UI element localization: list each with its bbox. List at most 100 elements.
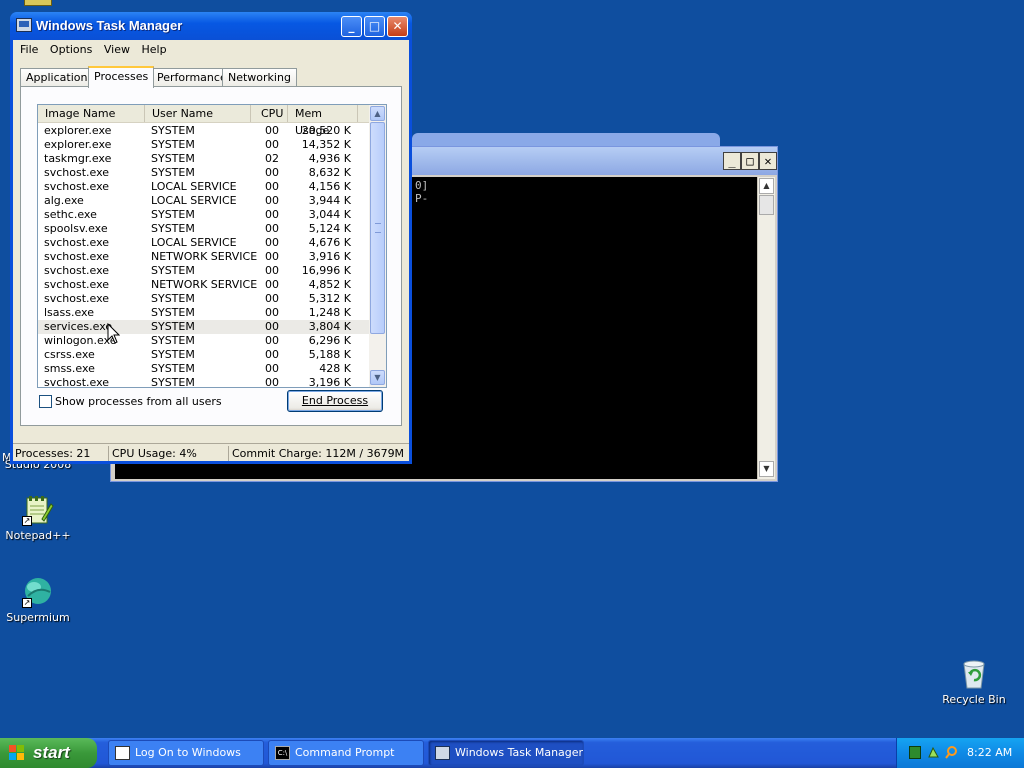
task-manager-titlebar[interactable]: Windows Task Manager _ □ ✕ (10, 12, 412, 40)
process-row[interactable]: smss.exe SYSTEM 00 428 K (38, 362, 370, 376)
search-tray-icon[interactable] (945, 746, 957, 759)
close-button[interactable]: ✕ (387, 16, 408, 37)
cmd-maximize-button[interactable]: □ (741, 152, 759, 170)
status-bar: Processes: 21 CPU Usage: 4% Commit Charg… (13, 443, 409, 461)
process-row[interactable]: csrss.exe SYSTEM 00 5,188 K (38, 348, 370, 362)
process-user-name: SYSTEM (151, 334, 195, 347)
process-user-name: LOCAL SERVICE (151, 236, 237, 249)
start-button[interactable]: start (0, 738, 97, 768)
process-user-name: SYSTEM (151, 166, 195, 179)
process-image-name: svchost.exe (44, 166, 110, 179)
process-image-name: svchost.exe (44, 264, 110, 277)
column-mem-usage[interactable]: Mem Usage (288, 105, 358, 137)
cmd-close-button[interactable]: ✕ (759, 152, 777, 170)
visual-studio-icon-edge (24, 0, 52, 6)
console-scrollbar[interactable]: ▲ ▼ (757, 177, 775, 479)
process-mem-usage: 428 K (319, 362, 351, 375)
shortcut-arrow-icon: ↗ (22, 516, 32, 526)
process-image-name: spoolsv.exe (44, 222, 108, 235)
menu-options[interactable]: Options (46, 42, 96, 57)
menu-view[interactable]: View (100, 42, 134, 57)
process-list[interactable]: Image Name User Name CPU Mem Usage explo… (37, 104, 387, 388)
shortcut-arrow-icon: ↗ (22, 598, 32, 608)
desktop-icon-label: Supermium (6, 611, 70, 624)
column-image-name[interactable]: Image Name (38, 105, 145, 122)
process-mem-usage: 8,632 K (308, 166, 351, 179)
scroll-down-arrow-icon[interactable]: ▼ (370, 370, 385, 385)
start-label: start (33, 743, 70, 762)
task-manager-window[interactable]: Windows Task Manager _ □ ✕ File Options … (10, 12, 412, 464)
process-row[interactable]: taskmgr.exe SYSTEM 02 4,936 K (38, 152, 370, 166)
column-user-name[interactable]: User Name (145, 105, 251, 122)
process-user-name: SYSTEM (151, 124, 195, 137)
scroll-up-arrow-icon[interactable]: ▲ (370, 106, 385, 121)
process-cpu: 00 (265, 306, 279, 319)
process-cpu: 00 (265, 348, 279, 361)
process-row[interactable]: services.exe SYSTEM 00 3,804 K (38, 320, 370, 334)
process-row[interactable]: explorer.exe SYSTEM 00 20,520 K (38, 124, 370, 138)
window-title: Windows Task Manager (36, 18, 183, 33)
process-row[interactable]: svchost.exe LOCAL SERVICE 00 4,156 K (38, 180, 370, 194)
process-row[interactable]: svchost.exe LOCAL SERVICE 00 4,676 K (38, 236, 370, 250)
scroll-down-arrow-icon[interactable]: ▼ (759, 461, 774, 477)
process-user-name: LOCAL SERVICE (151, 194, 237, 207)
menu-help[interactable]: Help (137, 42, 170, 57)
process-row[interactable]: explorer.exe SYSTEM 00 14,352 K (38, 138, 370, 152)
menu-file[interactable]: File (16, 42, 42, 57)
process-image-name: taskmgr.exe (44, 152, 112, 165)
process-row[interactable]: lsass.exe SYSTEM 00 1,248 K (38, 306, 370, 320)
desktop-icon-notepad-plus-plus[interactable]: ↗ Notepad++ (0, 494, 76, 543)
taskbar-button-command-prompt[interactable]: C:\ Command Prompt (268, 740, 424, 766)
end-process-button[interactable]: End Process (287, 390, 383, 412)
log-on-window-edge (412, 133, 720, 147)
mouse-cursor-icon (107, 323, 120, 344)
process-user-name: SYSTEM (151, 264, 195, 277)
process-mem-usage: 20,520 K (301, 124, 351, 137)
tab-processes[interactable]: Processes (88, 66, 155, 88)
tab-performance[interactable]: Performance (151, 68, 233, 87)
command-prompt-icon: C:\ (275, 746, 290, 760)
process-row[interactable]: winlogon.exe SYSTEM 00 6,296 K (38, 334, 370, 348)
scroll-thumb[interactable] (370, 122, 385, 334)
process-image-name: svchost.exe (44, 292, 110, 305)
process-row[interactable]: svchost.exe SYSTEM 00 3,196 K (38, 376, 370, 388)
end-process-label: End Process (301, 394, 369, 407)
desktop-icon-recycle-bin[interactable]: Recycle Bin (936, 658, 1012, 707)
process-user-name: SYSTEM (151, 222, 195, 235)
process-user-name: SYSTEM (151, 292, 195, 305)
tab-networking[interactable]: Networking (222, 68, 297, 87)
process-row[interactable]: alg.exe LOCAL SERVICE 00 3,944 K (38, 194, 370, 208)
process-row[interactable]: spoolsv.exe SYSTEM 00 5,124 K (38, 222, 370, 236)
taskbar-button-log-on[interactable]: Log On to Windows (108, 740, 264, 766)
show-all-processes-checkbox[interactable]: Show processes from all users (39, 395, 222, 408)
maximize-button[interactable]: □ (364, 16, 385, 37)
list-scrollbar[interactable]: ▲ ▼ (369, 105, 386, 387)
clock[interactable]: 8:22 AM (967, 746, 1012, 759)
process-cpu: 00 (265, 194, 279, 207)
process-mem-usage: 4,156 K (308, 180, 351, 193)
taskbar: start Log On to Windows C:\ Command Prom… (0, 738, 1024, 768)
process-row[interactable]: svchost.exe SYSTEM 00 16,996 K (38, 264, 370, 278)
process-row[interactable]: svchost.exe NETWORK SERVICE 00 4,852 K (38, 278, 370, 292)
column-cpu[interactable]: CPU (251, 105, 288, 122)
desktop-icon-supermium[interactable]: ↗ Supermium (0, 576, 76, 625)
scroll-thumb[interactable] (759, 195, 774, 215)
network-tray-icon[interactable] (927, 746, 939, 759)
process-cpu: 00 (265, 278, 279, 291)
scroll-up-arrow-icon[interactable]: ▲ (759, 178, 774, 194)
process-row[interactable]: svchost.exe SYSTEM 00 8,632 K (38, 166, 370, 180)
process-user-name: NETWORK SERVICE (151, 278, 258, 291)
minimize-button[interactable]: _ (341, 16, 362, 37)
task-manager-tray-icon[interactable] (909, 746, 921, 759)
process-mem-usage: 5,312 K (308, 292, 351, 305)
process-row[interactable]: svchost.exe NETWORK SERVICE 00 3,916 K (38, 250, 370, 264)
process-row[interactable]: sethc.exe SYSTEM 00 3,044 K (38, 208, 370, 222)
process-cpu: 00 (265, 166, 279, 179)
cmd-minimize-button[interactable]: _ (723, 152, 741, 170)
process-row[interactable]: svchost.exe SYSTEM 00 5,312 K (38, 292, 370, 306)
process-image-name: svchost.exe (44, 376, 110, 388)
process-cpu: 00 (265, 320, 279, 333)
process-cpu: 00 (265, 124, 279, 137)
checkbox-box[interactable] (39, 395, 52, 408)
taskbar-button-task-manager[interactable]: Windows Task Manager (428, 740, 584, 766)
